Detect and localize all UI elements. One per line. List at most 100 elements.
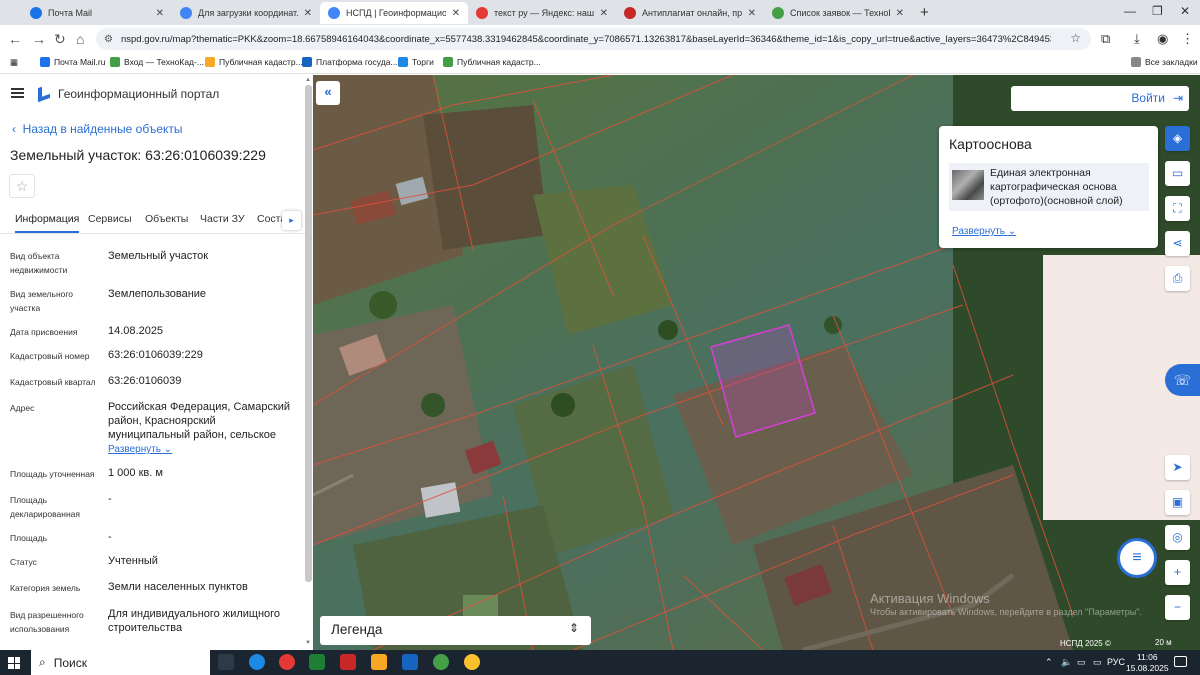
- property-label: Площадь уточненная: [10, 469, 95, 479]
- portal-logo-icon: [38, 83, 50, 103]
- menu-icon[interactable]: ⋮: [1181, 31, 1194, 47]
- bookmark-star-icon[interactable]: ☆: [1070, 31, 1081, 45]
- tray-chevron-icon[interactable]: ⌃: [1045, 657, 1053, 668]
- address-expand-link[interactable]: Развернуть ⌄: [108, 444, 172, 455]
- browser-tabbar: Почта Mail ✕ Для загрузки координат.docx…: [0, 0, 1200, 25]
- tab-objects[interactable]: Объекты: [145, 213, 188, 225]
- info-tabs: Информация Сервисы Объекты Части ЗУ Сост…: [0, 210, 305, 234]
- browser-tab[interactable]: Почта Mail ✕: [22, 2, 172, 24]
- expand-label: Развернуть: [108, 444, 162, 455]
- property-value: 63:26:0106039:229: [108, 349, 203, 361]
- bookmark-label: Платформа госуда...: [316, 57, 398, 67]
- zoom-in-icon[interactable]: +: [1165, 560, 1190, 585]
- close-icon[interactable]: ✕: [304, 8, 312, 19]
- bookmark-item[interactable]: Платформа госуда...: [302, 57, 398, 67]
- chrome-icon[interactable]: [433, 654, 449, 670]
- scroll-up-icon[interactable]: ▲: [305, 77, 311, 83]
- bookmark-item[interactable]: Торги: [398, 57, 434, 67]
- excel-icon[interactable]: [309, 654, 325, 670]
- extensions-icon[interactable]: ⧉: [1101, 31, 1110, 47]
- scroll-down-icon[interactable]: ▼: [305, 640, 311, 646]
- bookmark-label: Торги: [412, 57, 434, 67]
- home-icon[interactable]: ⌂: [76, 31, 84, 47]
- tab-label: Для загрузки координат.docx: [198, 8, 298, 18]
- print-icon[interactable]: ⎙: [1165, 266, 1190, 291]
- bookmark-item[interactable]: Публичная кадастр...: [443, 57, 541, 67]
- favorite-star-icon[interactable]: ☆: [9, 174, 35, 198]
- back-icon[interactable]: ←: [8, 31, 22, 47]
- close-window-icon[interactable]: ✕: [1180, 4, 1190, 18]
- tab-information[interactable]: Информация: [15, 213, 80, 233]
- chat-menu-icon[interactable]: ≡: [1117, 538, 1157, 578]
- browser-tab[interactable]: Список заявок — ТехноКад-М ✕: [764, 2, 912, 24]
- bookmark-item[interactable]: Почта Mail.ru: [40, 57, 105, 67]
- new-tab-icon[interactable]: +: [920, 4, 929, 21]
- minimize-icon[interactable]: —: [1124, 4, 1136, 18]
- network-icon[interactable]: ▭: [1077, 657, 1086, 668]
- support-chat-icon[interactable]: ☏: [1165, 364, 1200, 396]
- ruler-icon[interactable]: ▭: [1165, 161, 1190, 186]
- browser-tab[interactable]: Для загрузки координат.docx ✕: [172, 2, 320, 24]
- apps-icon[interactable]: ▦: [10, 57, 18, 68]
- download-icon[interactable]: ⤓: [1134, 31, 1140, 47]
- collapse-panel-icon[interactable]: «: [316, 81, 340, 105]
- url-text[interactable]: nspd.gov.ru/map?thematic=PKK&zoom=18.667…: [121, 34, 1051, 45]
- login-button[interactable]: Войти ⇥: [1011, 86, 1189, 111]
- windows-start-icon[interactable]: [8, 657, 20, 669]
- hamburger-menu-icon[interactable]: [11, 88, 24, 98]
- select-area-icon[interactable]: ⛶: [1165, 196, 1190, 221]
- back-to-results-link[interactable]: ‹ Назад в найденные объекты: [12, 122, 183, 136]
- acrobat-icon[interactable]: [340, 654, 356, 670]
- tab-parts[interactable]: Части ЗУ: [200, 213, 245, 225]
- volume-icon[interactable]: 🔈: [1061, 657, 1072, 668]
- battery-icon[interactable]: ▭: [1093, 657, 1102, 668]
- browser-tab-active[interactable]: НСПД | Геоинформационный ✕: [320, 2, 468, 24]
- minimap-icon[interactable]: ▣: [1165, 490, 1190, 515]
- panel-scrollbar[interactable]: [305, 85, 312, 582]
- taskbar-search[interactable]: ⌕ Поиск: [31, 650, 210, 675]
- zoom-out-icon[interactable]: −: [1165, 595, 1190, 620]
- task-view-icon[interactable]: [218, 654, 234, 670]
- property-value: Земли населенных пунктов: [108, 581, 248, 593]
- close-icon[interactable]: ✕: [600, 8, 608, 19]
- notifications-icon[interactable]: [1174, 656, 1187, 667]
- browser-tab[interactable]: текст ру — Яндекс: нашлось 2 ✕: [468, 2, 616, 24]
- edge-icon[interactable]: [249, 654, 265, 670]
- layers-icon[interactable]: ◈: [1165, 126, 1190, 151]
- property-value: 14.08.2025: [108, 325, 164, 337]
- bookmark-item[interactable]: Вход — ТехноКад-...: [110, 57, 204, 67]
- maximize-icon[interactable]: ❐: [1152, 4, 1163, 18]
- navigate-icon[interactable]: ➤: [1165, 455, 1190, 480]
- search-label: Поиск: [53, 655, 87, 670]
- bookmark-item[interactable]: Публичная кадастр...: [205, 57, 303, 67]
- yandex-browser-icon[interactable]: [279, 654, 295, 670]
- expand-label: Развернуть: [952, 226, 1006, 237]
- tabs-scroll-right-icon[interactable]: ▸: [282, 211, 301, 230]
- 1c-icon[interactable]: [464, 654, 480, 670]
- locate-icon[interactable]: ◎: [1165, 525, 1190, 550]
- basemap-layer-item[interactable]: Единая электронная картографическая осно…: [949, 163, 1149, 211]
- property-label: Кадастровый квартал: [10, 377, 96, 387]
- reload-icon[interactable]: ↻: [54, 31, 66, 48]
- legend-panel[interactable]: Легенда ⇕: [320, 616, 591, 645]
- language-indicator[interactable]: РУС: [1107, 657, 1125, 667]
- basemap-expand-link[interactable]: Развернуть ⌄: [952, 226, 1016, 237]
- forward-icon[interactable]: →: [32, 31, 46, 47]
- close-icon[interactable]: ✕: [748, 8, 756, 19]
- close-icon[interactable]: ✕: [896, 8, 904, 19]
- site-info-icon[interactable]: ⚙: [104, 34, 113, 45]
- share-icon[interactable]: ⋖: [1165, 231, 1190, 256]
- close-icon[interactable]: ✕: [452, 8, 460, 19]
- close-icon[interactable]: ✕: [156, 8, 164, 19]
- browser-tab[interactable]: Антиплагиат онлайн, проверк ✕: [616, 2, 764, 24]
- taskbar-clock[interactable]: 11:06 15.08.2025: [1126, 652, 1169, 674]
- word-icon[interactable]: [402, 654, 418, 670]
- all-bookmarks[interactable]: Все закладки: [1131, 57, 1198, 67]
- explorer-icon[interactable]: [371, 654, 387, 670]
- tab-services[interactable]: Сервисы: [88, 213, 132, 225]
- legend-label: Легенда: [331, 622, 383, 637]
- expand-collapse-icon[interactable]: ⇕: [569, 621, 579, 635]
- url-field[interactable]: ⚙ nspd.gov.ru/map?thematic=PKK&zoom=18.6…: [96, 28, 1091, 50]
- profile-icon[interactable]: ◉: [1157, 31, 1168, 47]
- tab-label: НСПД | Геоинформационный: [346, 8, 446, 18]
